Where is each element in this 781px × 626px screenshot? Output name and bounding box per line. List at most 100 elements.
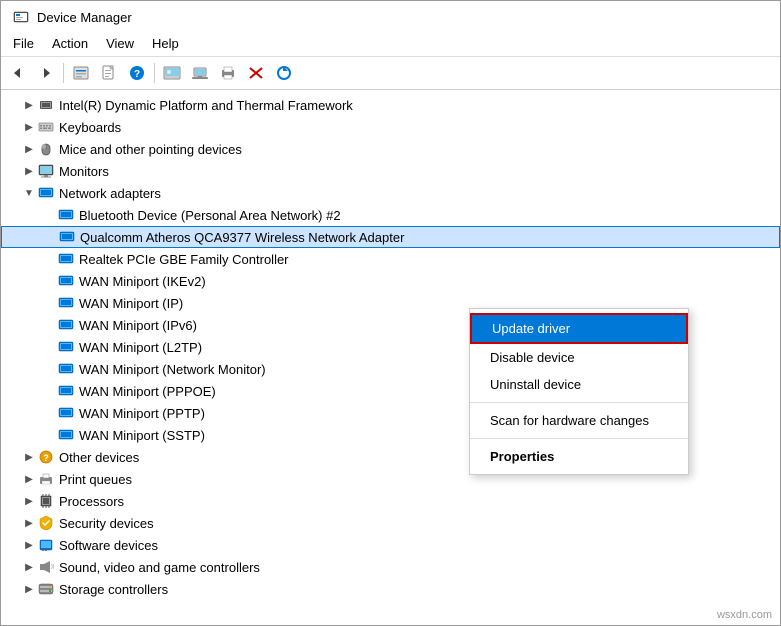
expand-mice[interactable]: ▶ bbox=[21, 141, 37, 157]
icon-realtek bbox=[57, 251, 75, 267]
toolbar-btn-6[interactable] bbox=[159, 60, 185, 86]
label-other: Other devices bbox=[59, 450, 139, 465]
label-keyboards: Keyboards bbox=[59, 120, 121, 135]
icon-security bbox=[37, 515, 55, 531]
tree-item-software[interactable]: ▶ Software devices bbox=[1, 534, 780, 556]
label-monitors: Monitors bbox=[59, 164, 109, 179]
expand-software[interactable]: ▶ bbox=[21, 537, 37, 553]
expand-storage[interactable]: ▶ bbox=[21, 581, 37, 597]
svg-text:)): )) bbox=[51, 564, 54, 570]
toolbar-sep-1 bbox=[63, 63, 64, 83]
expand-monitors[interactable]: ▶ bbox=[21, 163, 37, 179]
label-bluetooth: Bluetooth Device (Personal Area Network)… bbox=[79, 208, 341, 223]
toolbar: ? bbox=[1, 57, 780, 90]
label-wan-ip: WAN Miniport (IP) bbox=[79, 296, 183, 311]
toolbar-btn-5[interactable]: ? bbox=[124, 60, 150, 86]
device-manager-window: Device Manager File Action View Help bbox=[0, 0, 781, 626]
label-software: Software devices bbox=[59, 538, 158, 553]
context-menu-sep1 bbox=[470, 402, 688, 403]
tree-item-intel[interactable]: ▶ Intel(R) Dynamic Platform and Thermal … bbox=[1, 94, 780, 116]
icon-wan-ikev2 bbox=[57, 273, 75, 289]
label-print: Print queues bbox=[59, 472, 132, 487]
expand-processors[interactable]: ▶ bbox=[21, 493, 37, 509]
expand-other[interactable]: ▶ bbox=[21, 449, 37, 465]
label-realtek: Realtek PCIe GBE Family Controller bbox=[79, 252, 289, 267]
icon-wan-ip bbox=[57, 295, 75, 311]
toolbar-btn-3[interactable] bbox=[68, 60, 94, 86]
toolbar-btn-refresh[interactable] bbox=[271, 60, 297, 86]
tree-item-security[interactable]: ▶ Security devices bbox=[1, 512, 780, 534]
icon-bluetooth bbox=[57, 207, 75, 223]
label-wan-sstp: WAN Miniport (SSTP) bbox=[79, 428, 205, 443]
context-menu-disable[interactable]: Disable device bbox=[470, 344, 688, 371]
icon-processors bbox=[37, 493, 55, 509]
back-button[interactable] bbox=[5, 60, 31, 86]
context-menu-properties[interactable]: Properties bbox=[470, 443, 688, 470]
toolbar-btn-delete[interactable] bbox=[243, 60, 269, 86]
title-icon bbox=[13, 9, 29, 25]
icon-mice bbox=[37, 141, 55, 157]
icon-other: ? bbox=[37, 449, 55, 465]
icon-monitors bbox=[37, 163, 55, 179]
title-text: Device Manager bbox=[37, 10, 132, 25]
expand-sound[interactable]: ▶ bbox=[21, 559, 37, 575]
tree-item-qualcomm[interactable]: ▶ Qualcomm Atheros QCA9377 Wireless Netw… bbox=[1, 226, 780, 248]
expand-print[interactable]: ▶ bbox=[21, 471, 37, 487]
tree-item-monitors[interactable]: ▶ Monitors bbox=[1, 160, 780, 182]
icon-wan-pptp bbox=[57, 405, 75, 421]
icon-storage bbox=[37, 581, 55, 597]
title-bar: Device Manager bbox=[1, 1, 780, 31]
tree-item-mice[interactable]: ▶ Mice and other pointing devices bbox=[1, 138, 780, 160]
label-wan-pppoe: WAN Miniport (PPPOE) bbox=[79, 384, 216, 399]
expand-network[interactable]: ▼ bbox=[21, 185, 37, 201]
context-menu-sep2 bbox=[470, 438, 688, 439]
main-content: ▶ Intel(R) Dynamic Platform and Thermal … bbox=[1, 90, 780, 625]
forward-button[interactable] bbox=[33, 60, 59, 86]
tree-item-network[interactable]: ▼ Network adapters bbox=[1, 182, 780, 204]
tree-item-sound[interactable]: ▶ )) Sound, video and game controllers bbox=[1, 556, 780, 578]
toolbar-btn-print[interactable] bbox=[215, 60, 241, 86]
icon-keyboards bbox=[37, 119, 55, 135]
tree-item-storage[interactable]: ▶ Storage controllers bbox=[1, 578, 780, 600]
menu-file[interactable]: File bbox=[5, 33, 42, 54]
tree-item-realtek[interactable]: ▶ Realtek PCIe GBE Family Controller bbox=[1, 248, 780, 270]
toolbar-sep-2 bbox=[154, 63, 155, 83]
icon-software bbox=[37, 537, 55, 553]
menu-bar: File Action View Help bbox=[1, 31, 780, 57]
label-security: Security devices bbox=[59, 516, 154, 531]
toolbar-btn-7[interactable] bbox=[187, 60, 213, 86]
icon-wan-ipv6 bbox=[57, 317, 75, 333]
icon-wan-l2tp bbox=[57, 339, 75, 355]
icon-wan-netmon bbox=[57, 361, 75, 377]
context-menu-update[interactable]: Update driver bbox=[470, 313, 688, 344]
svg-text:?: ? bbox=[43, 453, 49, 463]
tree-item-bluetooth[interactable]: ▶ Bluetooth Device (Personal Area Networ… bbox=[1, 204, 780, 226]
label-qualcomm: Qualcomm Atheros QCA9377 Wireless Networ… bbox=[80, 230, 404, 245]
expand-keyboards[interactable]: ▶ bbox=[21, 119, 37, 135]
label-wan-ikev2: WAN Miniport (IKEv2) bbox=[79, 274, 206, 289]
toolbar-btn-4[interactable] bbox=[96, 60, 122, 86]
menu-action[interactable]: Action bbox=[44, 33, 96, 54]
label-wan-pptp: WAN Miniport (PPTP) bbox=[79, 406, 205, 421]
svg-text:?: ? bbox=[134, 69, 140, 80]
icon-sound: )) bbox=[37, 559, 55, 575]
label-intel: Intel(R) Dynamic Platform and Thermal Fr… bbox=[59, 98, 353, 113]
icon-qualcomm bbox=[58, 229, 76, 245]
expand-security[interactable]: ▶ bbox=[21, 515, 37, 531]
context-menu-uninstall[interactable]: Uninstall device bbox=[470, 371, 688, 398]
icon-intel bbox=[37, 97, 55, 113]
label-sound: Sound, video and game controllers bbox=[59, 560, 260, 575]
icon-wan-pppoe bbox=[57, 383, 75, 399]
menu-help[interactable]: Help bbox=[144, 33, 187, 54]
context-menu: Update driver Disable device Uninstall d… bbox=[469, 308, 689, 475]
tree-item-processors[interactable]: ▶ Processors bbox=[1, 490, 780, 512]
icon-network bbox=[37, 185, 55, 201]
tree-item-keyboards[interactable]: ▶ Keyboards bbox=[1, 116, 780, 138]
tree-item-wan-ikev2[interactable]: ▶ WAN Miniport (IKEv2) bbox=[1, 270, 780, 292]
expand-intel[interactable]: ▶ bbox=[21, 97, 37, 113]
context-menu-scan[interactable]: Scan for hardware changes bbox=[470, 407, 688, 434]
label-mice: Mice and other pointing devices bbox=[59, 142, 242, 157]
icon-print bbox=[37, 471, 55, 487]
label-network: Network adapters bbox=[59, 186, 161, 201]
menu-view[interactable]: View bbox=[98, 33, 142, 54]
